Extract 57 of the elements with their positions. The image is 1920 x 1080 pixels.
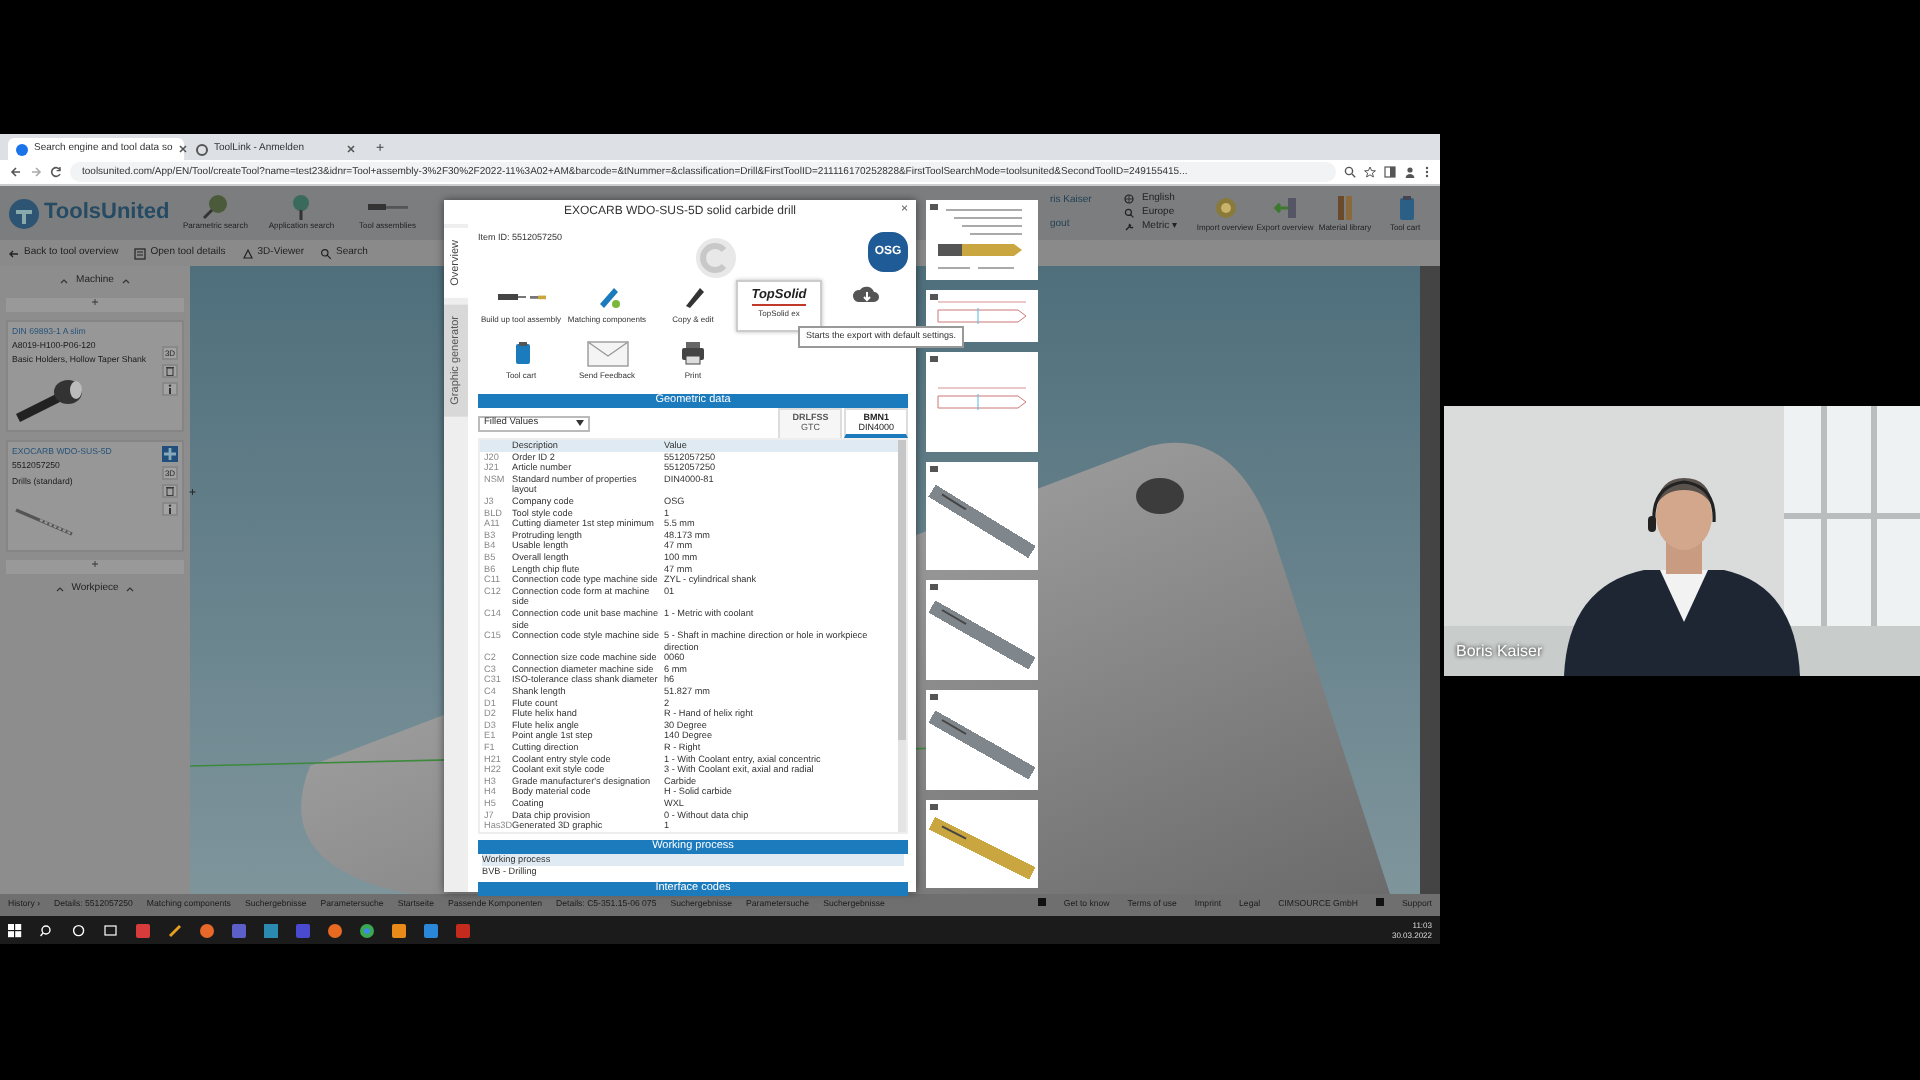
menu-icon[interactable] — [1424, 166, 1430, 178]
start-icon[interactable] — [8, 923, 22, 937]
search-icon — [1124, 208, 1134, 218]
app-icon[interactable] — [136, 923, 150, 937]
logo-icon — [8, 197, 40, 229]
back-arrow-icon — [8, 247, 20, 259]
chevron-icon[interactable] — [121, 278, 130, 285]
zoom-icon[interactable] — [1344, 166, 1356, 178]
chevron-icon[interactable] — [60, 278, 69, 285]
envelope-icon — [585, 338, 629, 368]
delete-button[interactable] — [162, 363, 178, 377]
magnifier-icon — [202, 194, 229, 220]
delete-button[interactable] — [162, 483, 178, 498]
circle-icon[interactable] — [72, 923, 86, 937]
printer-icon — [678, 338, 708, 368]
chat-icon — [1375, 898, 1384, 907]
participant-name: Boris Kaiser — [1456, 640, 1543, 664]
site-icon — [16, 143, 28, 155]
placeholder-logo-icon — [693, 236, 738, 280]
app-icon[interactable] — [168, 923, 182, 937]
profile-icon[interactable] — [1404, 166, 1416, 178]
tool-icon — [367, 204, 408, 210]
cube-icon — [241, 247, 254, 259]
pdf-icon[interactable] — [456, 923, 470, 937]
pin-icon — [288, 194, 315, 220]
globe-icon — [1124, 194, 1134, 204]
chevron-icon[interactable] — [126, 586, 135, 593]
list-icon — [134, 247, 147, 259]
site-icon — [196, 143, 208, 155]
info-button[interactable] — [162, 501, 178, 516]
scrollbar-thumb[interactable] — [898, 440, 906, 740]
app-icon[interactable] — [424, 923, 438, 937]
brand-icon — [162, 445, 178, 462]
close-icon[interactable] — [178, 144, 189, 154]
logo-text: ToolsUnited — [44, 198, 170, 229]
arrow-door-icon — [1271, 193, 1299, 221]
back-icon[interactable] — [10, 166, 22, 178]
close-icon[interactable] — [346, 144, 356, 154]
reload-icon[interactable] — [50, 166, 62, 178]
task-view-icon[interactable] — [104, 923, 118, 937]
bulb-icon — [1037, 898, 1046, 907]
star-icon[interactable] — [1364, 166, 1376, 178]
info-button[interactable] — [162, 381, 178, 395]
caret-icon — [576, 420, 584, 426]
app-icon[interactable] — [232, 923, 246, 937]
browser-icon[interactable] — [328, 923, 342, 937]
app-icon[interactable] — [200, 923, 214, 937]
search-icon — [320, 247, 333, 259]
tool-assembly-icon — [497, 294, 545, 300]
app-icon[interactable] — [392, 923, 406, 937]
search-icon[interactable] — [40, 923, 54, 937]
browser-icon[interactable] — [360, 923, 374, 937]
wrench-icon — [1124, 222, 1134, 232]
sidebar-icon[interactable] — [1384, 166, 1396, 178]
app-icon[interactable] — [264, 923, 278, 937]
chevron-icon[interactable] — [55, 586, 64, 593]
disc-icon — [1211, 193, 1239, 221]
